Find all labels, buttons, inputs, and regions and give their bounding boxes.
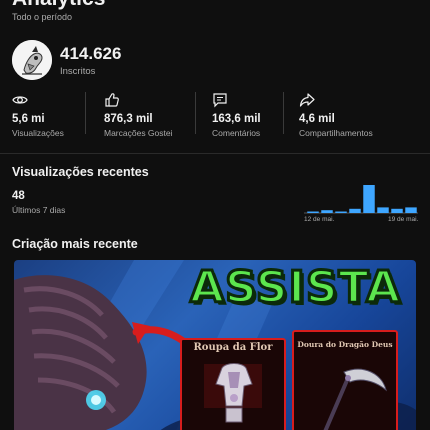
stat-views-value: 5,6 mi [12,113,45,125]
latest-video-thumbnail[interactable]: ASSISTA Roupa da Flor Doura do Dragão De… [14,260,416,430]
scythe-illustration [323,368,387,430]
chart-bar [349,208,361,213]
item-card-left-title: Roupa da Flor [193,342,273,353]
stat-divider [283,92,284,134]
chart-bar [335,211,347,213]
chart-tick-label-end: 19 de mai. [388,216,419,223]
stat-comments-value: 163,6 mil [212,113,261,125]
chart-bars [307,185,417,213]
section-divider [0,153,430,154]
eye-icon [12,96,28,104]
stat-views-label: Visualizações [12,128,64,138]
chart-bar [307,211,319,213]
item-card-right-title: Doura do Dragão Deus [297,340,393,349]
stats-row: 5,6 mi Visualizações 876,3 mil Marcações… [0,88,430,144]
item-card-left: Roupa da Flor [180,338,286,430]
chart-bar [377,207,389,213]
stat-likes-label: Marcações Gostei [104,128,173,138]
share-icon [299,93,315,107]
stat-divider [85,92,86,134]
channel-avatar[interactable] [12,40,52,80]
stat-likes-value: 876,3 mil [104,113,153,125]
thumbnail-headline: ASSISTA [188,261,402,315]
stat-divider [195,92,196,134]
stat-comments-label: Comentários [212,128,261,138]
chart-bar [391,208,403,213]
thumbs-up-icon [105,93,119,107]
stat-shares-label: Compartilhamentos [299,128,373,138]
item-card-right: Doura do Dragão Deus [292,330,398,430]
chart-bar [363,185,375,213]
recent-views-period: Últimos 7 dias [12,205,66,215]
page-title: Analytics [12,0,105,11]
recent-views-chart[interactable]: 12 de mai. 19 de mai. [302,183,420,223]
period-label[interactable]: Todo o período [12,12,72,22]
subscriber-label: Inscritos [60,66,96,77]
analytics-screen: Analytics Todo o período 414.626 Inscrit… [0,0,430,430]
chart-bar [405,207,417,213]
recent-views-title: Visualizações recentes [12,165,149,179]
chart-tick-label-start: 12 de mai. [304,216,335,223]
stat-shares-value: 4,6 mil [299,113,335,125]
avatar-illustration [12,40,52,80]
outfit-illustration [204,363,262,423]
recent-views-count: 48 [12,190,25,202]
subscriber-count: 414.626 [60,44,122,63]
chart-bar [321,210,333,213]
comment-icon [213,93,227,108]
latest-creation-title: Criação mais recente [12,237,138,251]
